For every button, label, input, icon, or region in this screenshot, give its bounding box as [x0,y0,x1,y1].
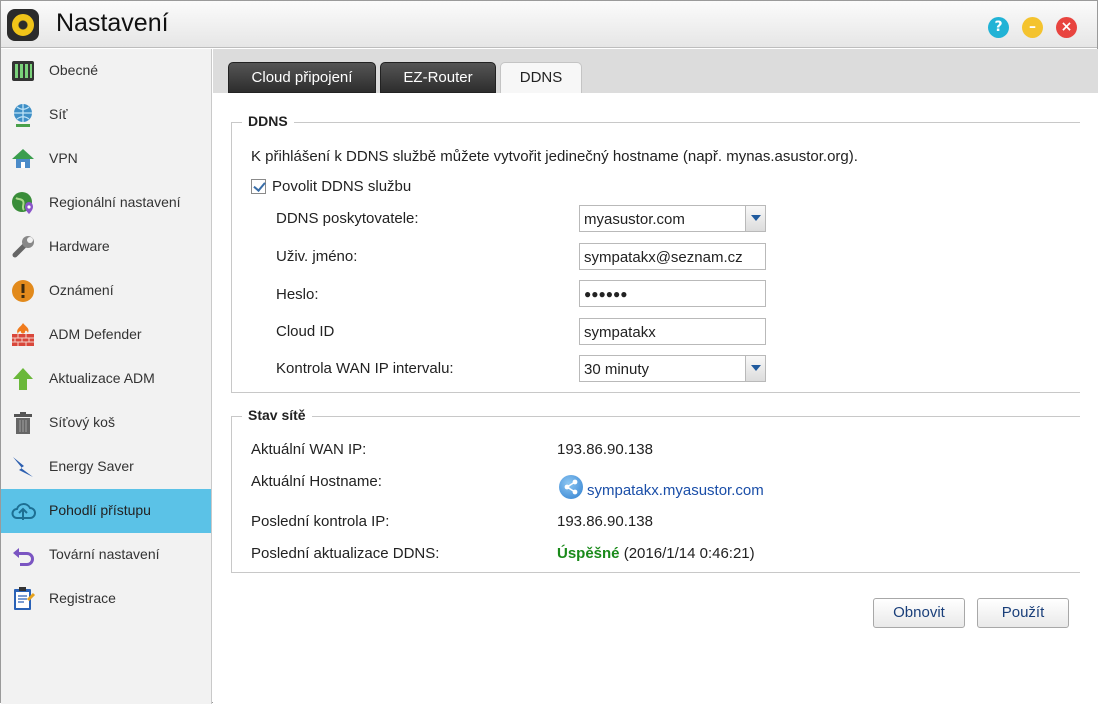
sidebar-item-label: VPN [49,150,78,166]
hostname-link[interactable]: sympatakx.myasustor.com [587,482,764,499]
sidebar-item-label: Hardware [49,238,110,254]
sidebar-item-label: Síť [49,106,68,122]
tab-ddns[interactable]: DDNS [500,62,582,93]
share-icon [559,475,583,499]
help-button[interactable]: ? [988,17,1009,38]
up-arrow-icon [10,366,36,392]
last-update-status: Úspěšné [557,545,620,562]
minimize-button[interactable]: – [1022,17,1043,38]
cloud-id-label: Cloud ID [276,323,335,340]
window-title: Nastavení [56,9,169,37]
password-field[interactable]: ●●●●●● [579,280,766,307]
username-label: Uživ. jméno: [276,248,358,265]
sidebar-item-notifications[interactable]: Oznámení [1,269,211,313]
chevron-down-icon [745,356,765,381]
wan-check-interval-select[interactable]: 30 minuty [579,355,766,382]
sidebar-item-adm-defender[interactable]: ADM Defender [1,313,211,357]
ddns-provider-select[interactable]: myasustor.com [579,205,766,232]
sidebar-item-adm-update[interactable]: Aktualizace ADM [1,357,211,401]
ddns-legend: DDNS [242,113,294,129]
sidebar-item-network-recycle-bin[interactable]: Síťový koš [1,401,211,445]
network-status-legend: Stav sítě [242,407,312,423]
server-icon [10,58,36,84]
sidebar-item-label: Oznámení [49,282,114,298]
vpn-house-icon [10,146,36,172]
sidebar-item-vpn[interactable]: VPN [1,137,211,181]
cloud-id-field[interactable]: sympatakx [579,318,766,345]
last-update-value: Úspěšné (2016/1/14 0:46:21) [557,545,755,562]
last-update-label: Poslední aktualizace DDNS: [251,545,440,562]
alert-icon [10,278,36,304]
tab-cloud-connection[interactable]: Cloud připojení [228,62,376,93]
ddns-provider-label: DDNS poskytovatele: [276,210,419,227]
sidebar-item-registration[interactable]: Registrace [1,577,211,621]
sidebar-item-label: Energy Saver [49,458,134,474]
settings-window: Nastavení ? – × Obecné Síť VPN Regionáln… [0,0,1098,704]
sidebar-item-network[interactable]: Síť [1,93,211,137]
close-button[interactable]: × [1056,17,1077,38]
sidebar-item-label: Tovární nastavení [49,546,160,562]
wan-check-interval-value: 30 minuty [584,361,650,378]
sidebar-item-regional[interactable]: Regionální nastavení [1,181,211,225]
sidebar-item-hardware[interactable]: Hardware [1,225,211,269]
hostname-label: Aktuální Hostname: [251,473,382,490]
tab-ez-router[interactable]: EZ-Router [380,62,496,93]
wrench-icon [10,234,36,260]
tab-bar: Cloud připojení EZ-Router DDNS [213,49,1098,93]
sidebar-item-factory-reset[interactable]: Tovární nastavení [1,533,211,577]
clipboard-icon [10,586,36,612]
settings-app-icon [7,9,39,41]
sidebar-item-general[interactable]: Obecné [1,49,211,93]
sidebar-item-easy-access[interactable]: Pohodlí přístupu [1,489,211,533]
apply-button[interactable]: Použít [977,598,1069,628]
cloud-icon [10,498,36,524]
refresh-button[interactable]: Obnovit [873,598,965,628]
sidebar-item-label: Registrace [49,590,116,606]
sidebar-item-label: Obecné [49,62,99,78]
chevron-down-icon [745,206,765,231]
title-bar: Nastavení ? – × [1,1,1097,48]
trash-icon [10,410,36,436]
ddns-description: K přihlášení k DDNS službě můžete vytvoř… [251,148,858,165]
energy-icon [10,454,36,480]
sidebar-item-energy-saver[interactable]: Energy Saver [1,445,211,489]
sidebar: Obecné Síť VPN Regionální nastavení Hard… [1,49,212,704]
firewall-icon [10,322,36,348]
sidebar-item-label: Síťový koš [49,414,115,430]
wan-ip-value: 193.86.90.138 [557,441,653,458]
sidebar-item-label: Pohodlí přístupu [49,502,151,518]
ddns-provider-value: myasustor.com [584,211,685,228]
last-update-time: (2016/1/14 0:46:21) [623,545,755,562]
username-field[interactable]: sympatakx@seznam.cz [579,243,766,270]
last-check-value: 193.86.90.138 [557,513,653,530]
undo-icon [10,542,36,568]
globe-network-icon [10,102,36,128]
ddns-panel: DDNS K přihlášení k DDNS službě můžete v… [213,93,1098,703]
enable-ddns-label: Povolit DDNS službu [272,178,412,195]
password-label: Heslo: [276,286,319,303]
last-check-label: Poslední kontrola IP: [251,513,390,530]
enable-ddns-checkbox[interactable] [251,179,266,194]
sidebar-item-label: Regionální nastavení [49,194,181,210]
sidebar-item-label: ADM Defender [49,326,142,342]
sidebar-item-label: Aktualizace ADM [49,370,155,386]
wan-check-interval-label: Kontrola WAN IP intervalu: [276,360,454,377]
globe-pin-icon [10,190,36,216]
wan-ip-label: Aktuální WAN IP: [251,441,367,458]
